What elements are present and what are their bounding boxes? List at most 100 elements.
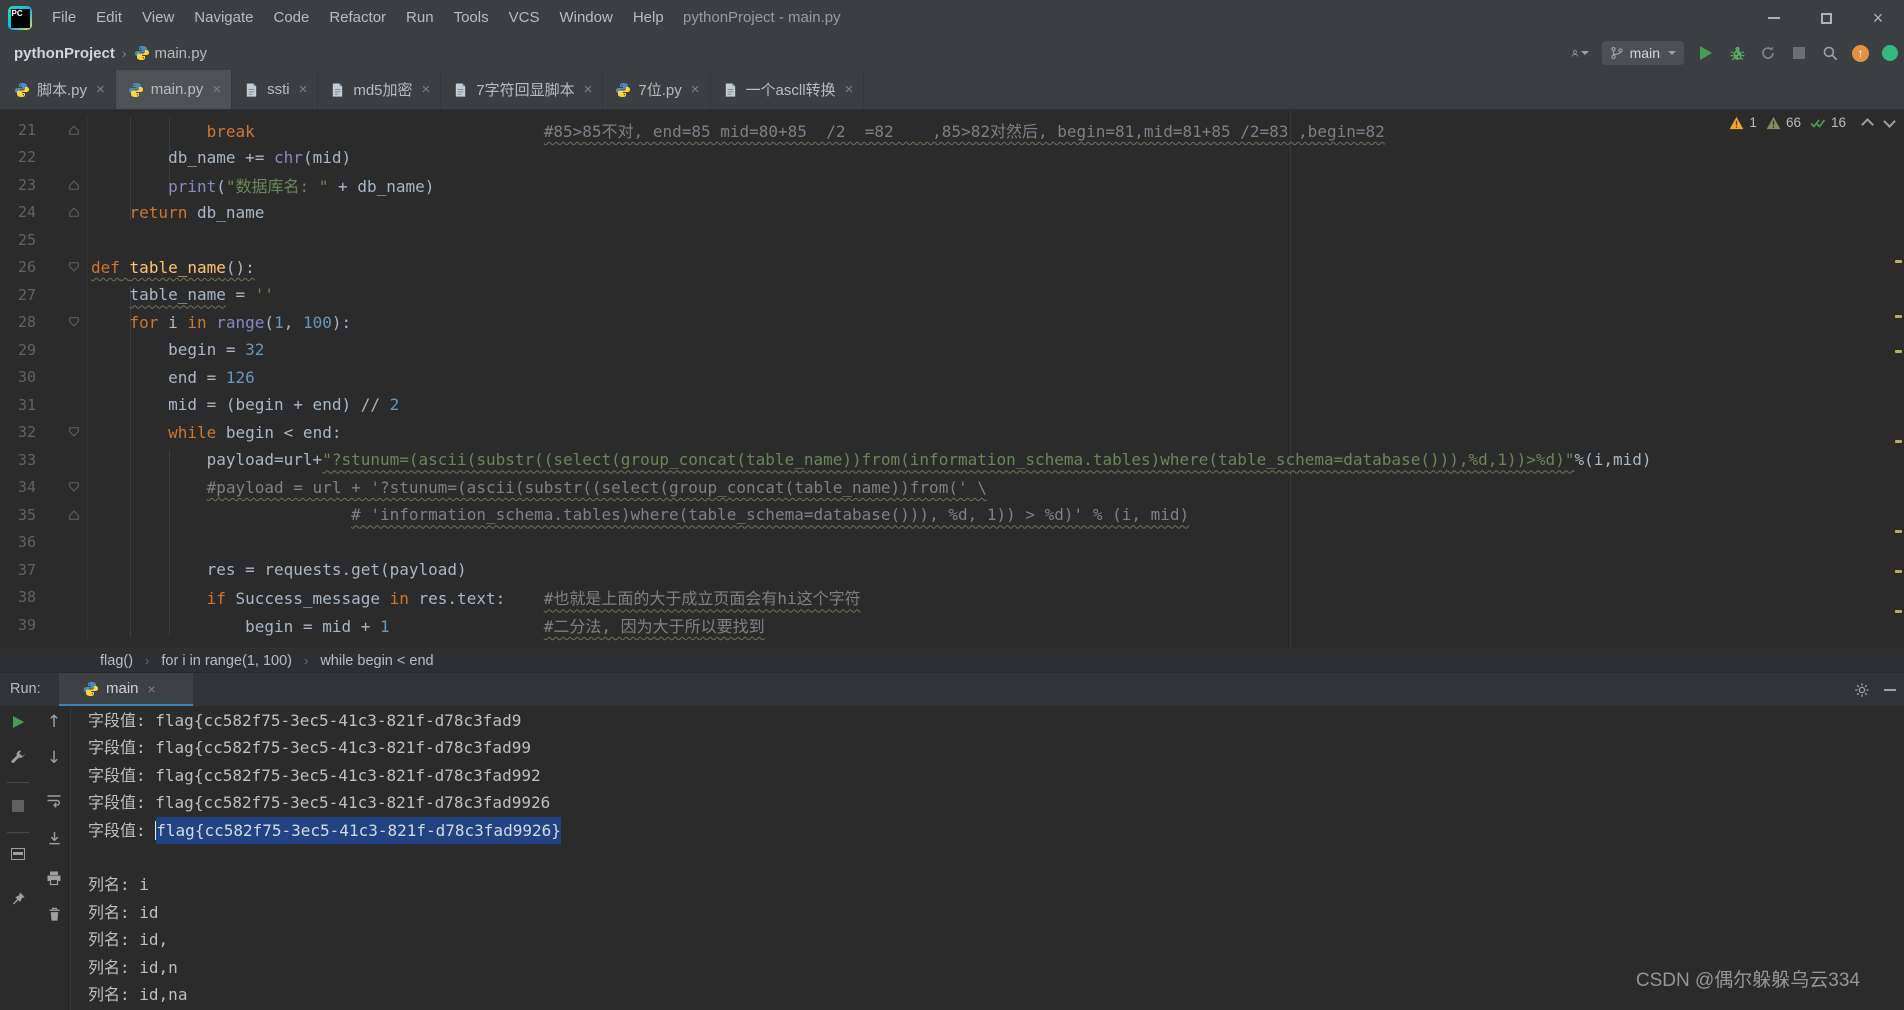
fold-gutter[interactable] (36, 308, 88, 336)
down-stacktrace-icon[interactable]: ↓ (44, 748, 64, 768)
git-branch-selector[interactable]: main (1601, 41, 1684, 65)
settings-gear-icon[interactable] (1854, 682, 1870, 698)
soft-wrap-icon[interactable] (44, 790, 64, 810)
tab-7位.py[interactable]: 7位.py × (603, 70, 711, 109)
print-icon[interactable] (44, 868, 64, 888)
python-file-icon (128, 82, 144, 98)
pin-tab-icon[interactable] (8, 888, 28, 908)
close-icon[interactable]: × (584, 81, 593, 98)
fold-gutter[interactable] (36, 226, 88, 254)
scroll-to-end-icon[interactable] (44, 828, 64, 848)
menu-code[interactable]: Code (263, 0, 319, 36)
code-text: table_name = '' (129, 285, 275, 305)
close-icon[interactable]: × (845, 81, 854, 98)
stripe-mark[interactable] (1895, 440, 1902, 443)
fold-gutter[interactable] (36, 528, 88, 556)
menu-window[interactable]: Window (549, 0, 622, 36)
breadcrumb-item[interactable]: flag() (96, 653, 137, 669)
inspections-widget[interactable]: 1 66 16 (1729, 115, 1900, 131)
debug-bug-icon[interactable] (1728, 44, 1746, 62)
run-settings-wrench-icon[interactable] (8, 748, 28, 768)
stripe-mark[interactable] (1895, 260, 1902, 263)
restore-layout-icon[interactable] (8, 844, 28, 864)
tab-一个ascll转换[interactable]: 一个ascll转换 × (711, 70, 865, 109)
close-icon[interactable]: × (691, 81, 700, 98)
close-icon[interactable]: × (148, 681, 156, 697)
fold-gutter[interactable] (36, 363, 88, 391)
output-line: 字段值: flag{cc582f75-3ec5-41c3-821f-d78c3f… (71, 789, 1904, 816)
stripe-mark[interactable] (1895, 530, 1902, 533)
run-button[interactable] (1697, 44, 1715, 62)
menu-navigate[interactable]: Navigate (184, 0, 263, 36)
stripe-mark[interactable] (1895, 610, 1902, 613)
menu-view[interactable]: View (132, 0, 184, 36)
user-icon[interactable] (1571, 44, 1589, 62)
fold-gutter[interactable] (36, 198, 88, 226)
ok-count: 16 (1830, 115, 1846, 130)
code-text: if Success_message in res.text: #也就是上面的大… (206, 589, 861, 609)
rerun-button[interactable] (8, 712, 28, 732)
close-icon[interactable]: × (299, 81, 308, 98)
fold-gutter[interactable] (36, 336, 88, 364)
tab-ssti[interactable]: ssti × (232, 70, 319, 109)
fold-gutter[interactable] (36, 281, 88, 309)
code-line: 22 db_name += chr(mid) (0, 143, 1904, 171)
tab-7字符回显脚本[interactable]: 7字符回显脚本 × (441, 70, 604, 109)
fold-gutter[interactable] (36, 171, 88, 199)
run-tab-main[interactable]: main × (59, 673, 193, 707)
fold-gutter[interactable] (36, 446, 88, 474)
minimize-button[interactable] (1748, 0, 1800, 36)
menu-run[interactable]: Run (396, 0, 444, 36)
line-number: 28 (17, 313, 36, 332)
close-button[interactable]: × (1852, 0, 1904, 36)
menu-tools[interactable]: Tools (444, 0, 499, 36)
clear-all-trash-icon[interactable] (44, 904, 64, 924)
breadcrumb-project[interactable]: pythonProject (14, 45, 115, 62)
close-icon[interactable]: × (212, 81, 221, 98)
fold-gutter[interactable] (36, 116, 88, 144)
fold-gutter[interactable] (36, 391, 88, 419)
fold-gutter[interactable] (36, 611, 88, 639)
tab-md5加密[interactable]: md5加密 × (318, 70, 442, 109)
maximize-button[interactable] (1800, 0, 1852, 36)
fold-gutter[interactable] (36, 556, 88, 584)
close-icon[interactable]: × (96, 81, 105, 98)
menu-vcs[interactable]: VCS (499, 0, 550, 36)
menu-help[interactable]: Help (623, 0, 674, 36)
update-available-icon[interactable]: ↑ (1852, 44, 1869, 62)
stripe-mark[interactable] (1895, 315, 1902, 318)
breadcrumb-file[interactable]: main.py (155, 45, 208, 62)
close-icon[interactable]: × (422, 81, 431, 98)
fold-gutter[interactable] (36, 501, 88, 529)
menu-refactor[interactable]: Refactor (319, 0, 396, 36)
tab-main.py[interactable]: main.py × (115, 70, 233, 109)
stop-button[interactable] (1790, 44, 1808, 62)
search-icon[interactable] (1821, 44, 1839, 62)
run-output[interactable]: 字段值: flag{cc582f75-3ec5-41c3-821f-d78c3f… (71, 706, 1904, 1010)
coverage-icon[interactable] (1759, 44, 1777, 62)
breadcrumb-item[interactable]: while begin < end (316, 653, 437, 669)
fold-gutter[interactable] (36, 253, 88, 281)
breadcrumb-item[interactable]: for i in range(1, 100) (157, 653, 296, 669)
fold-gutter[interactable] (36, 143, 88, 171)
stripe-mark[interactable] (1895, 350, 1902, 353)
up-stacktrace-icon[interactable]: ↑ (44, 712, 64, 732)
output-line: 字段值: flag{cc582f75-3ec5-41c3-821f-d78c3f… (71, 816, 1904, 844)
fold-gutter[interactable] (36, 418, 88, 446)
output-text: flag{cc582f75-3ec5-41c3-821f-d78c3fad992 (155, 765, 541, 785)
fold-gutter[interactable] (36, 473, 88, 501)
menu-edit[interactable]: Edit (86, 0, 132, 36)
fold-gutter[interactable] (36, 583, 88, 611)
hide-panel-icon[interactable] (1884, 689, 1896, 691)
tab-脚本.py[interactable]: 脚本.py × (2, 70, 116, 109)
menu-file[interactable]: File (42, 0, 86, 36)
next-problem-icon[interactable] (1883, 115, 1896, 128)
stop-process-button[interactable] (8, 796, 28, 816)
run-panel-body: ↑ ↓ 字段值: flag{cc582f75-3ec5-41c3-821f-d7… (0, 706, 1904, 1010)
code-with-me-icon[interactable] (1882, 45, 1898, 61)
prev-problem-icon[interactable] (1861, 117, 1874, 131)
code-editor[interactable]: 1 66 16 21 break #85>85不对, end=85 mid=80… (0, 110, 1904, 648)
stripe-mark[interactable] (1895, 570, 1902, 573)
error-count: 1 (1749, 115, 1757, 130)
watermark: CSDN @偶尔躲躲乌云334 (1635, 970, 1860, 991)
